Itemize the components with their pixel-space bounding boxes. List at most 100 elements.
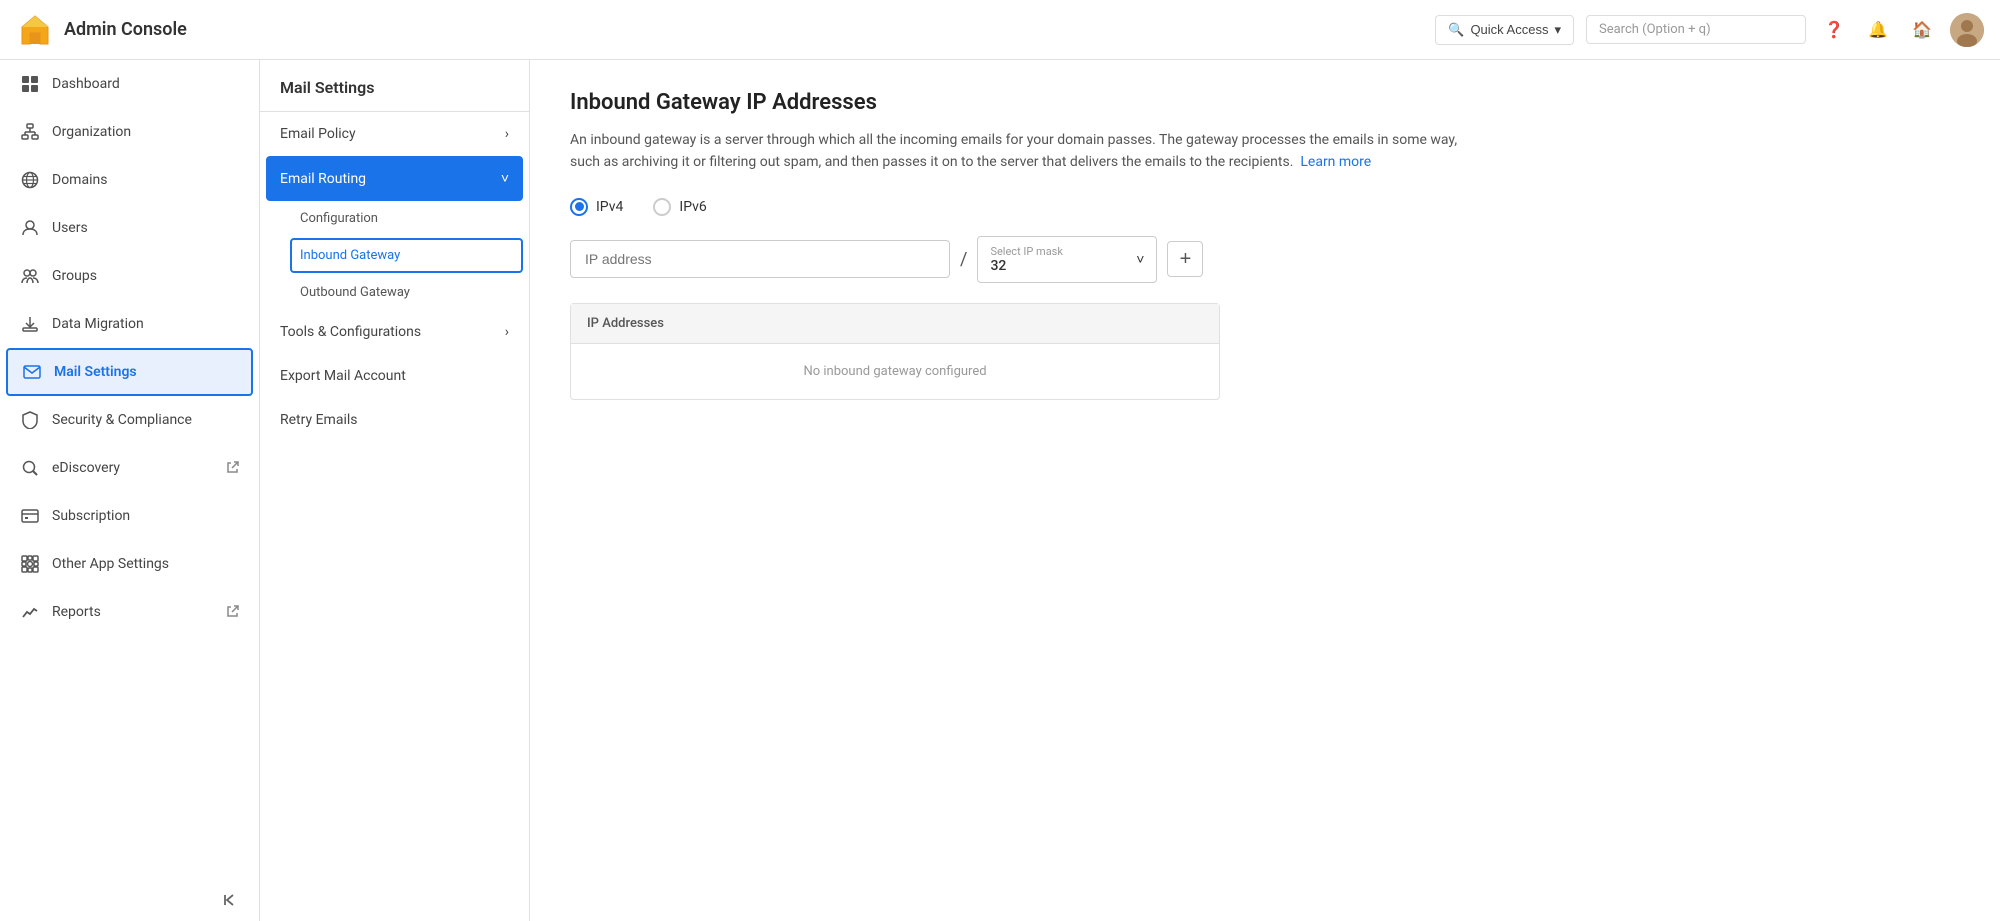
submenu-item-email-routing[interactable]: Email Routing ˅ (266, 156, 523, 201)
org-icon (20, 122, 40, 142)
ipv4-radio-button[interactable] (570, 198, 588, 216)
home-icon: 🏠 (1912, 20, 1932, 39)
app-logo-icon (16, 11, 54, 49)
mail-icon (22, 362, 42, 382)
notifications-button[interactable]: 🔔 (1862, 14, 1894, 46)
ip-mask-select-label: Select IP mask (990, 245, 1063, 258)
app-title: Admin Console (64, 19, 187, 40)
external-link-icon-ediscovery (227, 461, 239, 476)
sidebar-item-other-app-settings[interactable]: Other App Settings (0, 540, 259, 588)
external-link-icon-reports (227, 605, 239, 620)
sidebar-label-other-app-settings: Other App Settings (52, 556, 169, 572)
ediscovery-icon (20, 458, 40, 478)
home-button[interactable]: 🏠 (1906, 14, 1938, 46)
top-header: Admin Console 🔍 Quick Access ▾ Search (O… (0, 0, 2000, 60)
ip-table-empty-message: No inbound gateway configured (571, 344, 1219, 399)
submenu-label-tools-configurations: Tools & Configurations (280, 324, 421, 340)
submenu-panel: Mail Settings Email Policy › Email Routi… (260, 60, 530, 921)
submenu-item-export-mail-account[interactable]: Export Mail Account (260, 354, 529, 398)
search-box[interactable]: Search (Option + q) (1586, 15, 1806, 44)
help-icon: ❓ (1824, 20, 1844, 39)
submenu-sub-email-routing: Configuration Inbound Gateway Outbound G… (260, 201, 529, 310)
sidebar-label-subscription: Subscription (52, 508, 130, 524)
sidebar-label-security-compliance: Security & Compliance (52, 412, 192, 428)
submenu-item-retry-emails[interactable]: Retry Emails (260, 398, 529, 442)
ip-input-row: / Select IP mask 32 ˅ + (570, 236, 1960, 283)
help-button[interactable]: ❓ (1818, 14, 1850, 46)
sidebar-label-ediscovery: eDiscovery (52, 460, 120, 476)
sidebar-label-domains: Domains (52, 172, 107, 188)
submenu-label-email-routing: Email Routing (280, 171, 366, 187)
submenu-item-outbound-gateway[interactable]: Outbound Gateway (290, 275, 529, 310)
ipv6-label: IPv6 (679, 199, 706, 215)
submenu-label-retry-emails: Retry Emails (280, 412, 357, 428)
learn-more-link[interactable]: Learn more (1300, 154, 1371, 170)
submenu-item-configuration[interactable]: Configuration (290, 201, 529, 236)
quick-access-button[interactable]: 🔍 Quick Access ▾ (1435, 15, 1574, 45)
slash-separator: / (960, 249, 967, 270)
sidebar-label-data-migration: Data Migration (52, 316, 144, 332)
logo-area: Admin Console (16, 11, 276, 49)
sidebar-item-subscription[interactable]: Subscription (0, 492, 259, 540)
sidebar: Dashboard Organization Domains Users Gro (0, 60, 260, 921)
submenu-item-email-policy[interactable]: Email Policy › (260, 112, 529, 156)
apps-icon (20, 554, 40, 574)
avatar-image (1950, 13, 1984, 47)
user-icon (20, 218, 40, 238)
sidebar-label-groups: Groups (52, 268, 97, 284)
ipv4-radio-option[interactable]: IPv4 (570, 198, 623, 216)
search-icon-sm: 🔍 (1448, 22, 1464, 38)
chevron-right-icon-email-policy: › (505, 126, 509, 142)
sidebar-item-dashboard[interactable]: Dashboard (0, 60, 259, 108)
add-ip-button[interactable]: + (1167, 241, 1203, 277)
chevron-down-icon-email-routing: ˅ (501, 170, 509, 187)
reports-icon (20, 602, 40, 622)
sidebar-item-security-compliance[interactable]: Security & Compliance (0, 396, 259, 444)
sidebar-item-groups[interactable]: Groups (0, 252, 259, 300)
main-layout: Dashboard Organization Domains Users Gro (0, 60, 2000, 921)
submenu-label-email-policy: Email Policy (280, 126, 356, 142)
ip-addresses-table: IP Addresses No inbound gateway configur… (570, 303, 1220, 400)
ipv4-label: IPv4 (596, 199, 623, 215)
sidebar-label-users: Users (52, 220, 88, 236)
submenu-label-export-mail-account: Export Mail Account (280, 368, 406, 384)
sidebar-item-ediscovery[interactable]: eDiscovery (0, 444, 259, 492)
submenu-label-outbound-gateway: Outbound Gateway (300, 285, 410, 300)
user-avatar[interactable] (1950, 13, 1984, 47)
subscription-icon (20, 506, 40, 526)
sidebar-item-organization[interactable]: Organization (0, 108, 259, 156)
sidebar-label-organization: Organization (52, 124, 131, 140)
grid-icon (20, 74, 40, 94)
sidebar-item-data-migration[interactable]: Data Migration (0, 300, 259, 348)
plus-icon: + (1180, 248, 1192, 271)
submenu-item-inbound-gateway[interactable]: Inbound Gateway (290, 238, 523, 273)
sidebar-label-mail-settings: Mail Settings (54, 364, 137, 380)
chevron-down-icon-mask: ˅ (1136, 251, 1144, 268)
ipv6-radio-button[interactable] (653, 198, 671, 216)
sidebar-item-reports[interactable]: Reports (0, 588, 259, 636)
page-description: An inbound gateway is a server through w… (570, 129, 1470, 174)
download-icon (20, 314, 40, 334)
sidebar-label-dashboard: Dashboard (52, 76, 120, 92)
submenu-label-inbound-gateway: Inbound Gateway (300, 248, 400, 263)
submenu-item-tools-configurations[interactable]: Tools & Configurations › (260, 310, 529, 354)
submenu-label-configuration: Configuration (300, 211, 378, 226)
submenu-header: Mail Settings (260, 60, 529, 112)
ipv6-radio-option[interactable]: IPv6 (653, 198, 706, 216)
main-content: Inbound Gateway IP Addresses An inbound … (530, 60, 2000, 921)
sidebar-item-users[interactable]: Users (0, 204, 259, 252)
shield-icon (20, 410, 40, 430)
sidebar-collapse-button[interactable] (0, 879, 259, 921)
header-right: 🔍 Quick Access ▾ Search (Option + q) ❓ 🔔… (1435, 13, 1984, 47)
sidebar-item-mail-settings[interactable]: Mail Settings (6, 348, 253, 396)
ip-mask-dropdown[interactable]: Select IP mask 32 ˅ (977, 236, 1157, 283)
sidebar-item-domains[interactable]: Domains (0, 156, 259, 204)
groups-icon (20, 266, 40, 286)
globe-icon (20, 170, 40, 190)
dropdown-arrow-icon: ▾ (1554, 22, 1561, 38)
page-title: Inbound Gateway IP Addresses (570, 90, 1960, 115)
ip-mask-value: 32 (990, 258, 1063, 274)
ip-address-input[interactable] (570, 240, 950, 278)
ip-version-radio-group: IPv4 IPv6 (570, 198, 1960, 216)
sidebar-label-reports: Reports (52, 604, 101, 620)
